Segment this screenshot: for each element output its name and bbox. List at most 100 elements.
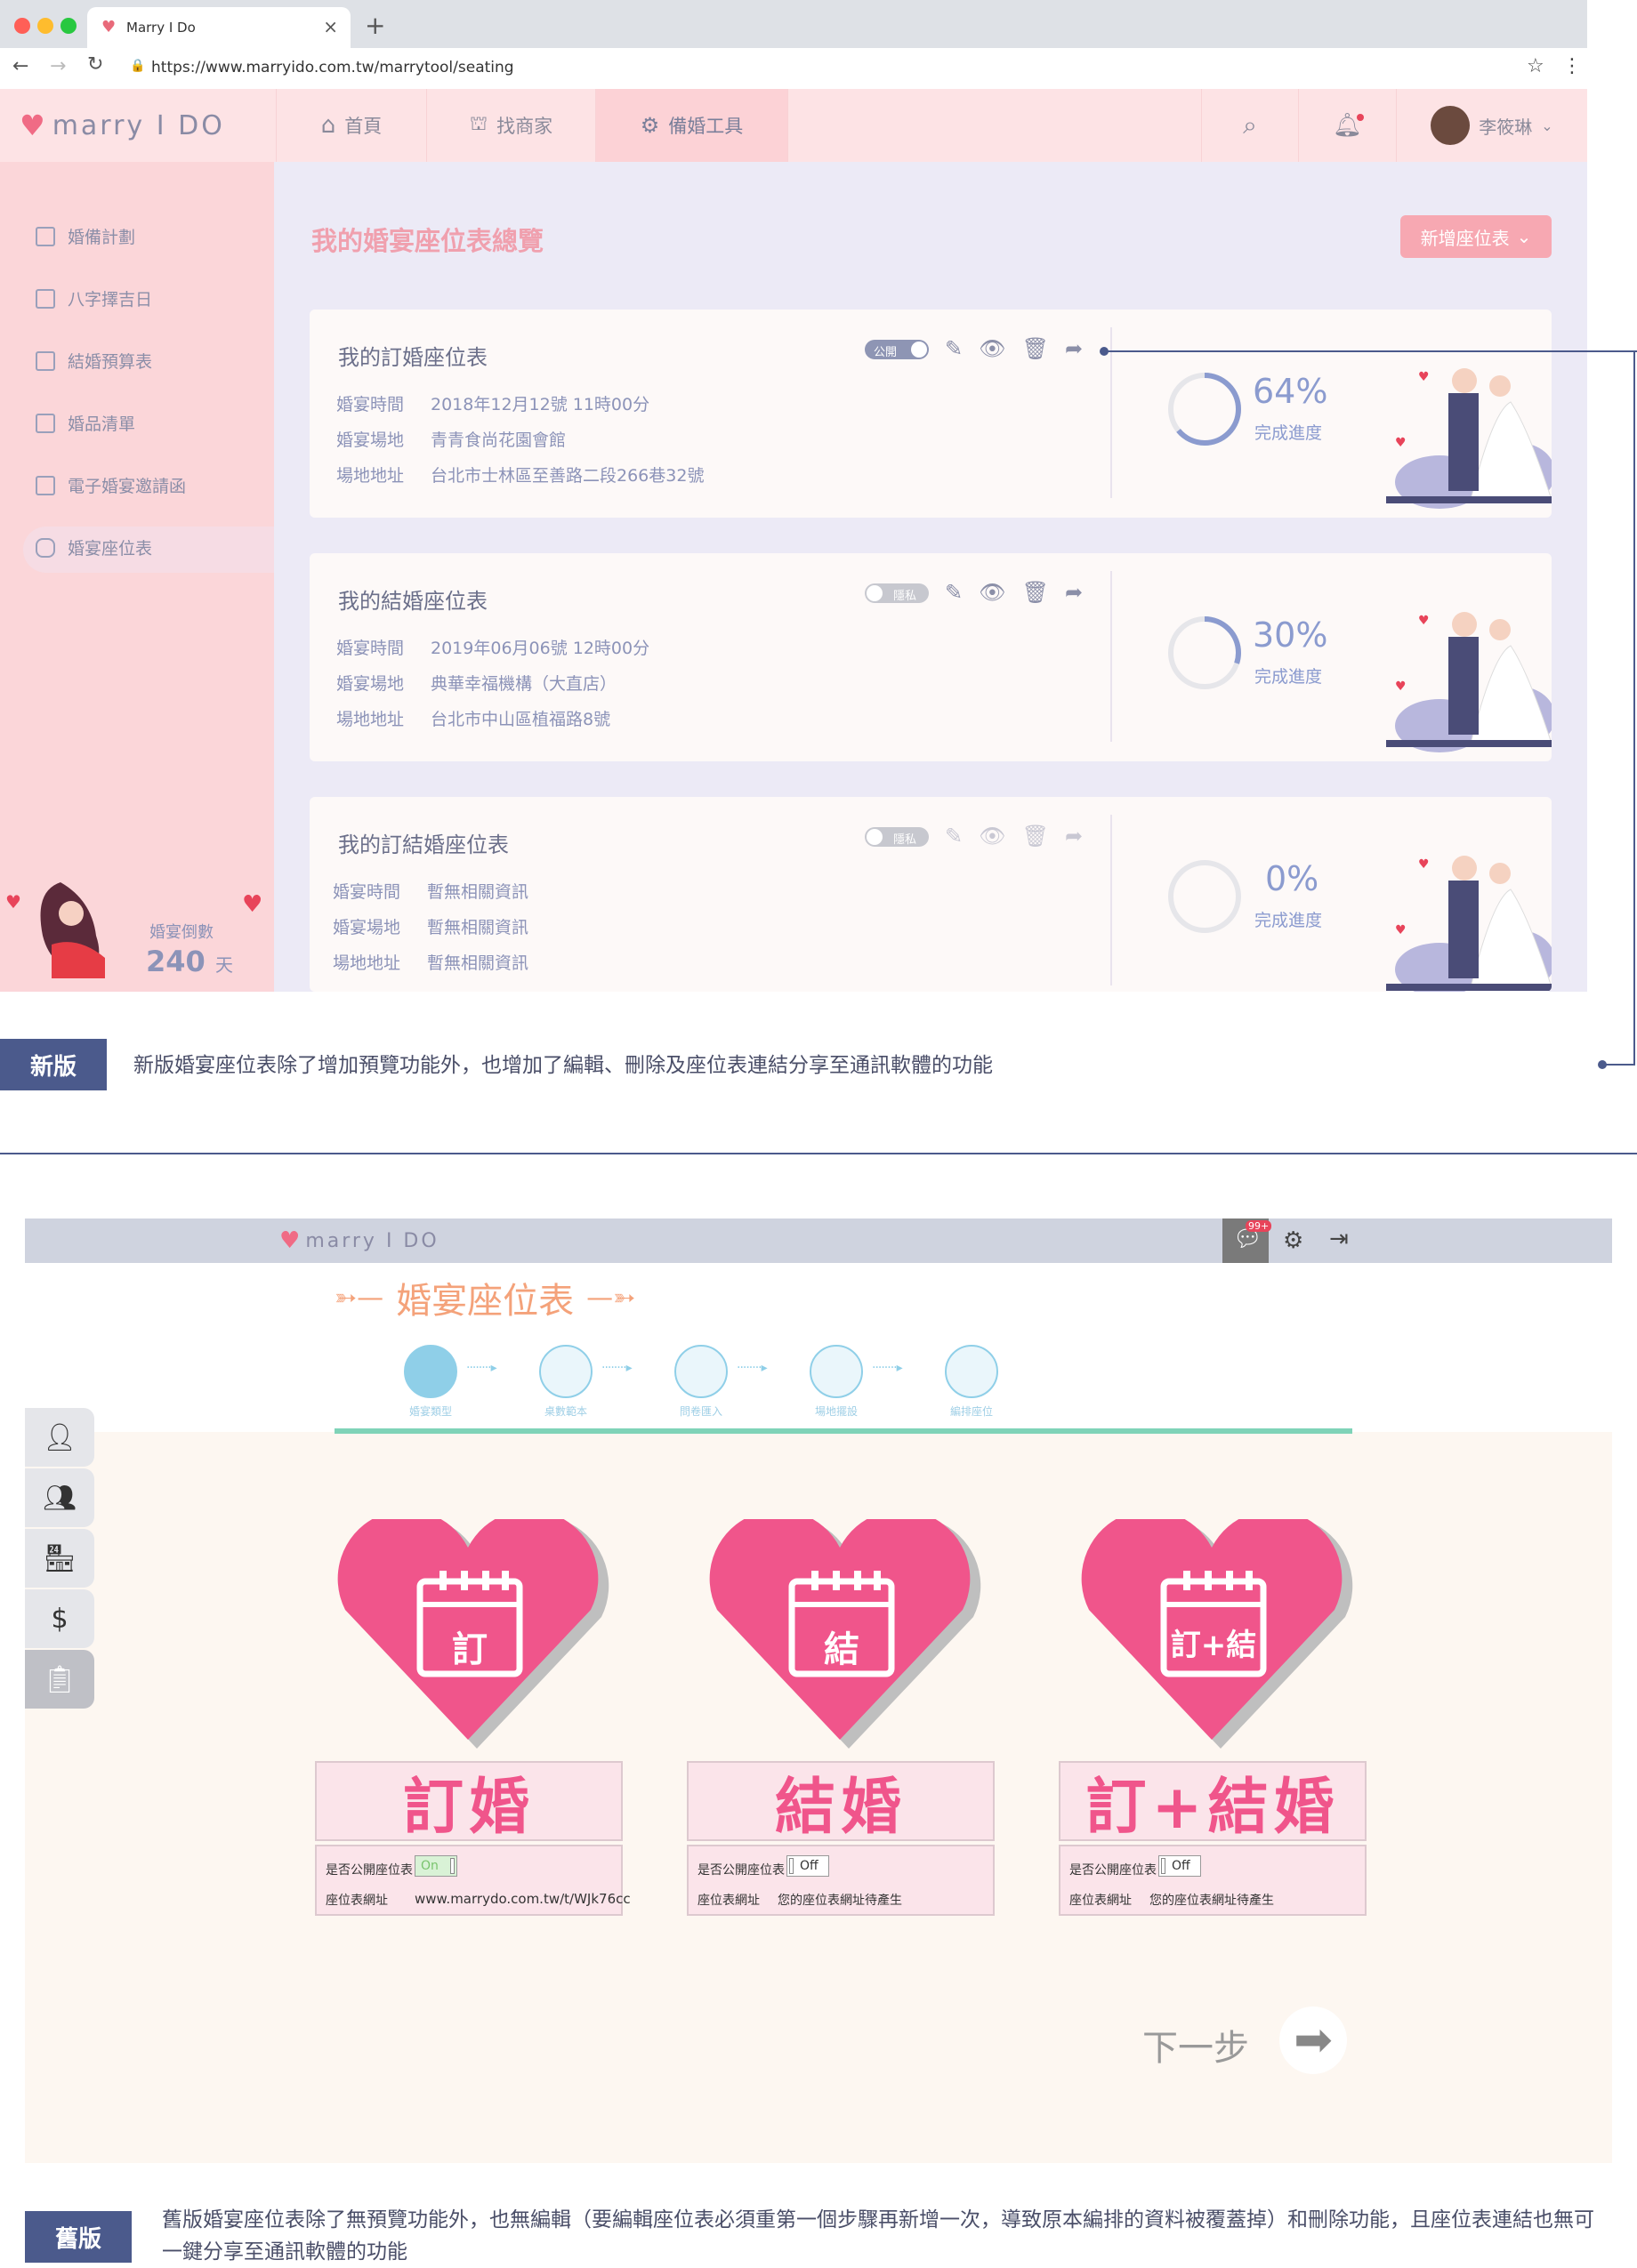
share-icon[interactable]: ➦ bbox=[1065, 580, 1083, 605]
sidebar-item-seating[interactable]: 婚宴座位表 bbox=[36, 535, 152, 559]
seating-card[interactable]: 我的訂婚座位表 公開 ✎ 👁︎ 🗑︎ ➦ 婚宴時間 2018年12月12號 11時… bbox=[310, 310, 1552, 518]
delete-trash-icon[interactable]: 🗑︎ bbox=[1022, 824, 1049, 848]
seating-card[interactable]: 我的結婚座位表 隱私 ✎ 👁︎ 🗑︎ ➦ 婚宴時間 2019年06月06號 12時… bbox=[310, 553, 1552, 761]
section-divider bbox=[0, 1153, 1637, 1154]
more-menu-icon[interactable]: ⋮ bbox=[1562, 55, 1582, 77]
preview-eye-icon[interactable]: 👁︎ bbox=[979, 824, 1005, 848]
back-arrow-icon[interactable]: ← bbox=[12, 55, 28, 77]
couple-illustration: ♥ ♥ bbox=[1386, 856, 1552, 992]
visibility-toggle[interactable]: 隱私 bbox=[865, 827, 929, 847]
share-icon[interactable]: ➦ bbox=[1065, 336, 1083, 361]
step-underline bbox=[335, 1428, 1352, 1434]
maximize-window-icon[interactable] bbox=[60, 18, 77, 34]
notifications-button[interactable]: 🔔︎ bbox=[1299, 89, 1397, 162]
row-value: 2019年06月06號 12時00分 bbox=[431, 639, 650, 658]
step-circle[interactable] bbox=[404, 1345, 457, 1398]
forward-arrow-icon[interactable]: → bbox=[50, 55, 66, 77]
option-title[interactable]: 訂婚 bbox=[315, 1761, 623, 1843]
public-toggle[interactable]: Off bbox=[786, 1855, 829, 1877]
option-heart-button[interactable]: 訂 bbox=[335, 1509, 610, 1750]
couple-icon: 👥︎ bbox=[42, 1482, 77, 1514]
url-text[interactable]: https://www.marryido.com.tw/marrytool/se… bbox=[151, 59, 514, 76]
public-toggle[interactable]: Off bbox=[1158, 1855, 1201, 1877]
old-side-couple-button[interactable]: 👥︎ bbox=[25, 1468, 94, 1527]
old-logo[interactable]: ♥ marry I DO bbox=[279, 1227, 439, 1254]
option-title[interactable]: 結婚 bbox=[687, 1761, 995, 1843]
row-label: 婚宴時間 bbox=[336, 395, 405, 414]
bookmark-star-icon[interactable]: ☆ bbox=[1527, 55, 1544, 77]
old-side-clipboard-button[interactable]: 📋︎ bbox=[25, 1650, 94, 1709]
seating-card[interactable]: 我的訂結婚座位表 隱私 ✎ 👁︎ 🗑︎ ➦ 婚宴時間 暫無相關資訊 婚宴場地 暫無相關… bbox=[310, 797, 1552, 992]
calendar-icon-label: 結 bbox=[824, 1629, 859, 1670]
edit-pencil-icon[interactable]: ✎ bbox=[945, 580, 963, 605]
old-side-store-button[interactable]: 🏪︎ bbox=[25, 1529, 94, 1588]
step-label: 桌數範本 bbox=[544, 1405, 587, 1418]
delete-trash-icon[interactable]: 🗑︎ bbox=[1022, 336, 1049, 361]
option-settings: 是否公開座位表 On 座位表網址 www.marrydo.com.tw/t/WJ… bbox=[315, 1845, 631, 1916]
browser-tab[interactable]: ♥ Marry I Do × bbox=[87, 7, 351, 48]
step-circle[interactable] bbox=[810, 1345, 863, 1398]
brand-logo[interactable]: ♥ marry I DO bbox=[20, 109, 225, 142]
toggle-knob bbox=[789, 1858, 794, 1874]
nav-tools[interactable]: ⚙ 備婚工具 bbox=[596, 89, 788, 162]
step-circle[interactable] bbox=[539, 1345, 593, 1398]
public-toggle[interactable]: On bbox=[415, 1855, 457, 1877]
old-side-person-button[interactable]: 👤︎ bbox=[25, 1408, 94, 1467]
option-settings: 是否公開座位表 Off 座位表網址 您的座位表網址待產生 bbox=[687, 1845, 995, 1916]
sidebar-item-date[interactable]: 八字擇吉日 bbox=[36, 286, 152, 310]
nav-home[interactable]: ⌂ 首頁 bbox=[276, 89, 427, 162]
card-info-row: 婚宴場地 青青食尚花園會館 bbox=[336, 427, 566, 451]
visibility-toggle[interactable]: 隱私 bbox=[865, 583, 929, 603]
add-seating-button[interactable]: 新增座位表 ⌄ bbox=[1400, 215, 1552, 258]
money-bag-icon: $ bbox=[51, 1603, 69, 1635]
step-arrow-icon: ········▸ bbox=[872, 1361, 903, 1375]
sidebar-item-plan[interactable]: 婚備計劃 bbox=[36, 224, 135, 248]
toggle-knob bbox=[867, 829, 883, 845]
step-circle[interactable] bbox=[945, 1345, 998, 1398]
next-step-label[interactable]: 下一步 bbox=[1142, 2019, 1249, 2071]
minimize-window-icon[interactable] bbox=[37, 18, 53, 34]
sidebar-item-list[interactable]: 婚品清單 bbox=[36, 411, 135, 435]
option-heart-button[interactable]: 訂+結 bbox=[1078, 1509, 1354, 1750]
messages-button[interactable]: 💬︎ 99+ bbox=[1222, 1218, 1272, 1263]
sidebar: 婚備計劃 八字擇吉日 結婚預算表 婚品清單 電子婚宴邀請函 婚宴座位表 ♥ ♥ … bbox=[0, 162, 274, 992]
nav-vendors[interactable]: ⛫ 找商家 bbox=[427, 89, 596, 162]
edit-pencil-icon[interactable]: ✎ bbox=[945, 824, 963, 848]
progress-ring bbox=[1168, 373, 1241, 446]
search-button[interactable]: ⌕ bbox=[1201, 89, 1299, 162]
card-info-row: 場地地址 暫無相關資訊 bbox=[333, 950, 528, 974]
edit-pencil-icon[interactable]: ✎ bbox=[945, 336, 963, 361]
url-value[interactable]: www.marrydo.com.tw/t/WJk76cc bbox=[415, 1891, 631, 1907]
progress-percent: 30% bbox=[1253, 615, 1328, 655]
countdown: 240 天 bbox=[146, 945, 233, 978]
user-name: 李筱琳 bbox=[1479, 116, 1533, 138]
preview-eye-icon[interactable]: 👁︎ bbox=[979, 336, 1005, 361]
old-side-money-button[interactable]: $ bbox=[25, 1589, 94, 1648]
share-icon[interactable]: ➦ bbox=[1065, 824, 1083, 848]
sidebar-item-budget[interactable]: 結婚預算表 bbox=[36, 349, 152, 373]
reload-icon[interactable]: ↻ bbox=[87, 53, 103, 76]
next-arrow-button[interactable]: ➡ bbox=[1279, 2007, 1347, 2074]
new-tab-icon[interactable]: + bbox=[365, 11, 385, 40]
option-heart-button[interactable]: 結 bbox=[706, 1509, 982, 1750]
toggle-label: 公開 bbox=[874, 346, 898, 359]
toggle-label: 隱私 bbox=[893, 833, 917, 847]
close-tab-icon[interactable]: × bbox=[323, 16, 338, 37]
toggle-knob bbox=[911, 342, 927, 358]
option-title[interactable]: 訂+結婚 bbox=[1059, 1761, 1367, 1843]
user-menu[interactable]: 李筱琳 ⌄ bbox=[1397, 89, 1587, 162]
row-value: 台北市中山區植福路8號 bbox=[431, 710, 611, 729]
step-circle[interactable] bbox=[674, 1345, 728, 1398]
delete-trash-icon[interactable]: 🗑︎ bbox=[1022, 580, 1049, 605]
settings-gear-icon[interactable]: ⚙ bbox=[1283, 1227, 1303, 1254]
step-label: 場地擺設 bbox=[814, 1405, 858, 1418]
sidebar-item-invite[interactable]: 電子婚宴邀請函 bbox=[36, 473, 186, 497]
close-window-icon[interactable] bbox=[14, 18, 30, 34]
logout-icon[interactable]: ⇥ bbox=[1329, 1226, 1349, 1252]
row-label: 場地地址 bbox=[333, 953, 401, 973]
step-arrow-icon: ········▸ bbox=[601, 1361, 633, 1375]
preview-eye-icon[interactable]: 👁︎ bbox=[979, 580, 1005, 605]
chair-icon bbox=[36, 537, 55, 558]
visibility-toggle[interactable]: 公開 bbox=[865, 340, 929, 359]
row-label: 婚宴時間 bbox=[333, 882, 401, 902]
